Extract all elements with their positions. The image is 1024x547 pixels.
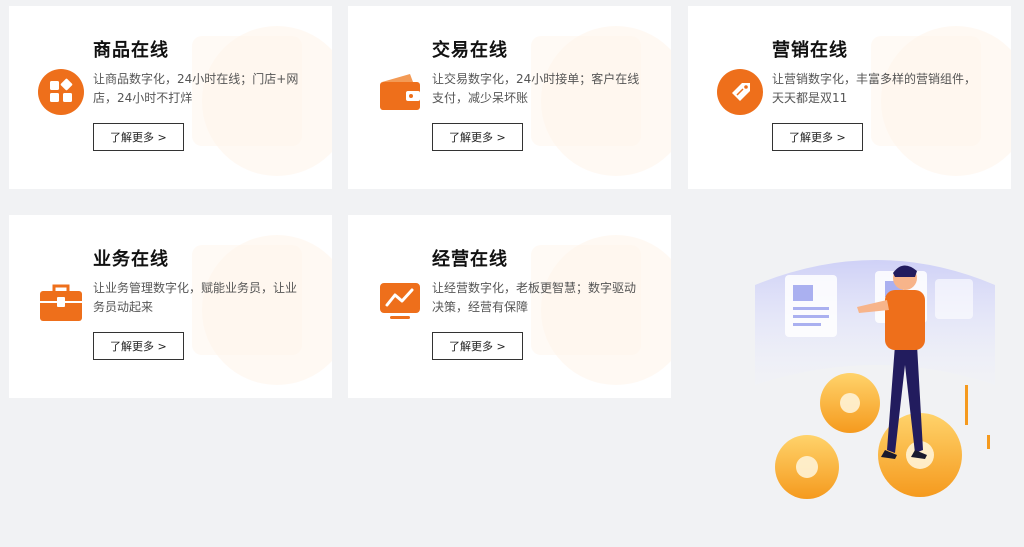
card-title: 业务在线 <box>93 249 169 270</box>
card-description: 让商品数字化，24小时在线；门店+网店，24小时不打烊 <box>93 72 299 105</box>
learn-more-button[interactable]: 了解更多 > <box>432 332 523 360</box>
card-title: 营销在线 <box>772 40 848 61</box>
person-gears-illustration <box>755 260 995 499</box>
briefcase-icon <box>40 284 82 321</box>
card-title: 商品在线 <box>93 40 169 61</box>
card-business-online: 业务在线 让业务管理数字化，赋能业务员，让业务员动起来 了解更多 > <box>9 215 332 398</box>
price-tag-icon <box>717 69 763 115</box>
card-operation-online: 经营在线 让经营数字化，老板更智慧；数字驱动决策，经营有保障 了解更多 > <box>348 215 671 398</box>
card-product-online: 商品在线 让商品数字化，24小时在线；门店+网店，24小时不打烊 了解更多 > <box>9 6 332 189</box>
card-trade-online: 交易在线 让交易数字化，24小时接单；客户在线支付，减少呆坏账 了解更多 > <box>348 6 671 189</box>
learn-more-button[interactable]: 了解更多 > <box>93 332 184 360</box>
card-description: 让经营数字化，老板更智慧；数字驱动决策，经营有保障 <box>432 281 637 314</box>
learn-more-button[interactable]: 了解更多 > <box>432 123 523 151</box>
card-description: 让业务管理数字化，赋能业务员，让业务员动起来 <box>93 281 298 314</box>
card-title: 交易在线 <box>432 40 508 61</box>
learn-more-button[interactable]: 了解更多 > <box>93 123 184 151</box>
product-grid-icon <box>38 69 84 115</box>
trend-monitor-icon <box>380 283 420 319</box>
learn-more-button[interactable]: 了解更多 > <box>772 123 863 151</box>
card-title: 经营在线 <box>432 249 508 270</box>
card-marketing-online: 营销在线 让营销数字化，丰富多样的营销组件，天天都是双11 了解更多 > <box>688 6 1011 189</box>
card-description: 让营销数字化，丰富多样的营销组件，天天都是双11 <box>772 72 977 105</box>
card-description: 让交易数字化，24小时接单；客户在线支付，减少呆坏账 <box>432 72 640 105</box>
wallet-icon <box>380 74 420 110</box>
